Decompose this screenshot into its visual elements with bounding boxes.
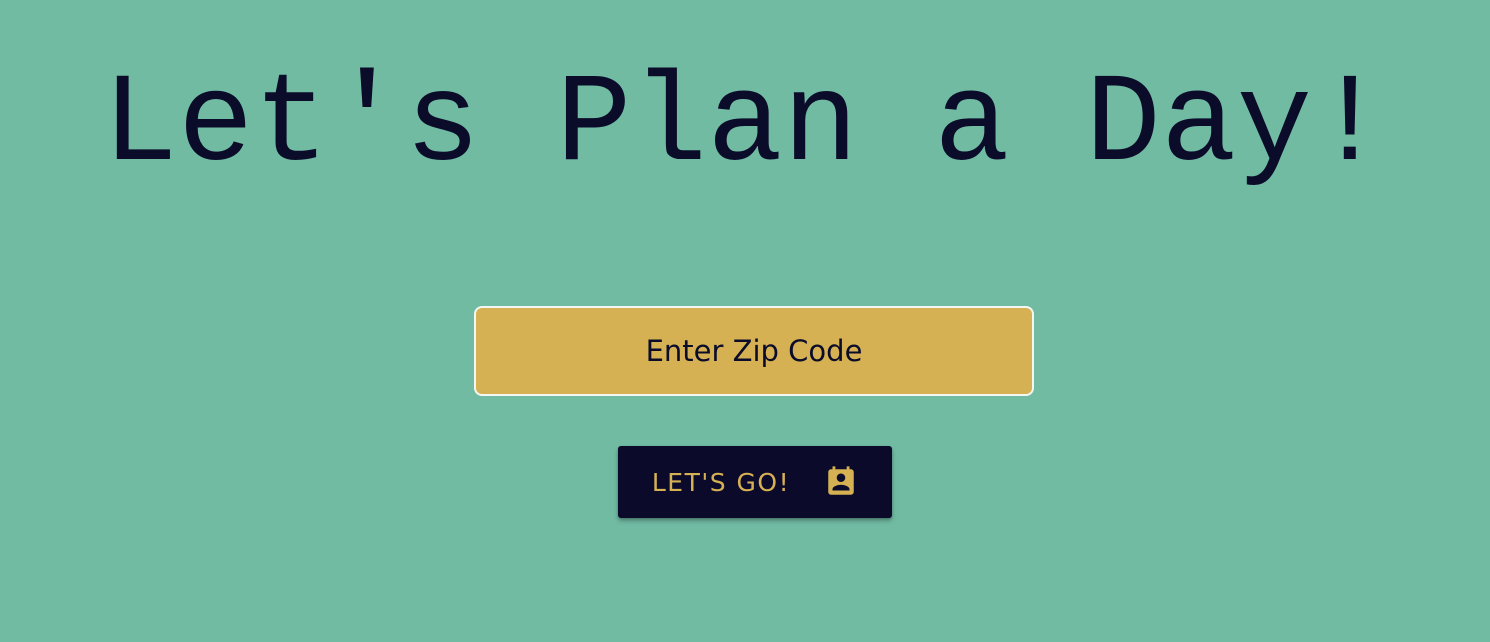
page-title: Let's Plan a Day! bbox=[102, 54, 1388, 197]
lets-go-label: LET'S GO! bbox=[651, 467, 791, 497]
contact-calendar-icon bbox=[824, 465, 858, 499]
zip-code-input[interactable] bbox=[476, 308, 1032, 394]
lets-go-button[interactable]: LET'S GO! bbox=[618, 446, 892, 518]
zip-code-field[interactable] bbox=[474, 306, 1034, 396]
